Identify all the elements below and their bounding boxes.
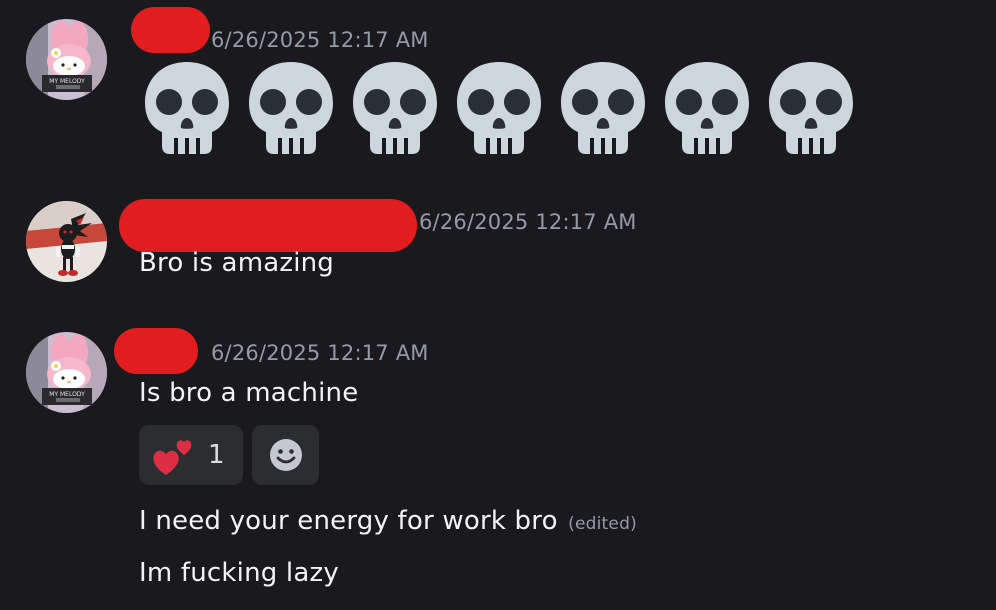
svg-text:MY MELODY: MY MELODY: [49, 78, 85, 85]
message-text: Im fucking lazy: [139, 558, 339, 588]
add-reaction-button[interactable]: [252, 425, 319, 485]
shadow-hedgehog-avatar-icon: [26, 201, 107, 282]
reaction-hearts[interactable]: 1: [139, 425, 243, 485]
skull-icon: [457, 62, 541, 154]
redacted-username[interactable]: [119, 199, 417, 252]
two-hearts-icon: [153, 440, 192, 475]
message-text: Bro is amazing: [139, 248, 335, 278]
edited-label[interactable]: (edited): [568, 514, 637, 534]
redacted-username[interactable]: [131, 7, 210, 53]
avatar[interactable]: MY MELODY: [26, 19, 107, 100]
chat-log: MY MELODY 6/26/2025 12:17 AM 6/26/2025 1…: [0, 0, 996, 610]
skull-icon: [145, 62, 229, 154]
timestamp[interactable]: 6/26/2025 12:17 AM: [211, 28, 429, 52]
my-melody-avatar-icon: MY MELODY: [26, 19, 107, 100]
message-text: I need your energy for work bro (edited): [139, 506, 637, 536]
skull-icon: [561, 62, 645, 154]
my-melody-avatar-icon: MY MELODY: [26, 332, 107, 413]
message-text: Is bro a machine: [139, 378, 359, 408]
timestamp[interactable]: 6/26/2025 12:17 AM: [211, 341, 429, 365]
avatar[interactable]: [26, 201, 107, 282]
timestamp[interactable]: 6/26/2025 12:17 AM: [419, 210, 637, 234]
reaction-count: 1: [208, 440, 225, 470]
redacted-username[interactable]: [114, 328, 198, 374]
skull-icon: [249, 62, 333, 154]
skull-icon: [665, 62, 749, 154]
skull-icon: [769, 62, 853, 154]
smiley-icon: [269, 439, 302, 471]
svg-text:MY MELODY: MY MELODY: [49, 391, 85, 398]
skull-icon: [353, 62, 437, 154]
emoji-message: [142, 58, 856, 158]
avatar[interactable]: MY MELODY: [26, 332, 107, 413]
message-text-content: I need your energy for work bro: [139, 506, 558, 536]
